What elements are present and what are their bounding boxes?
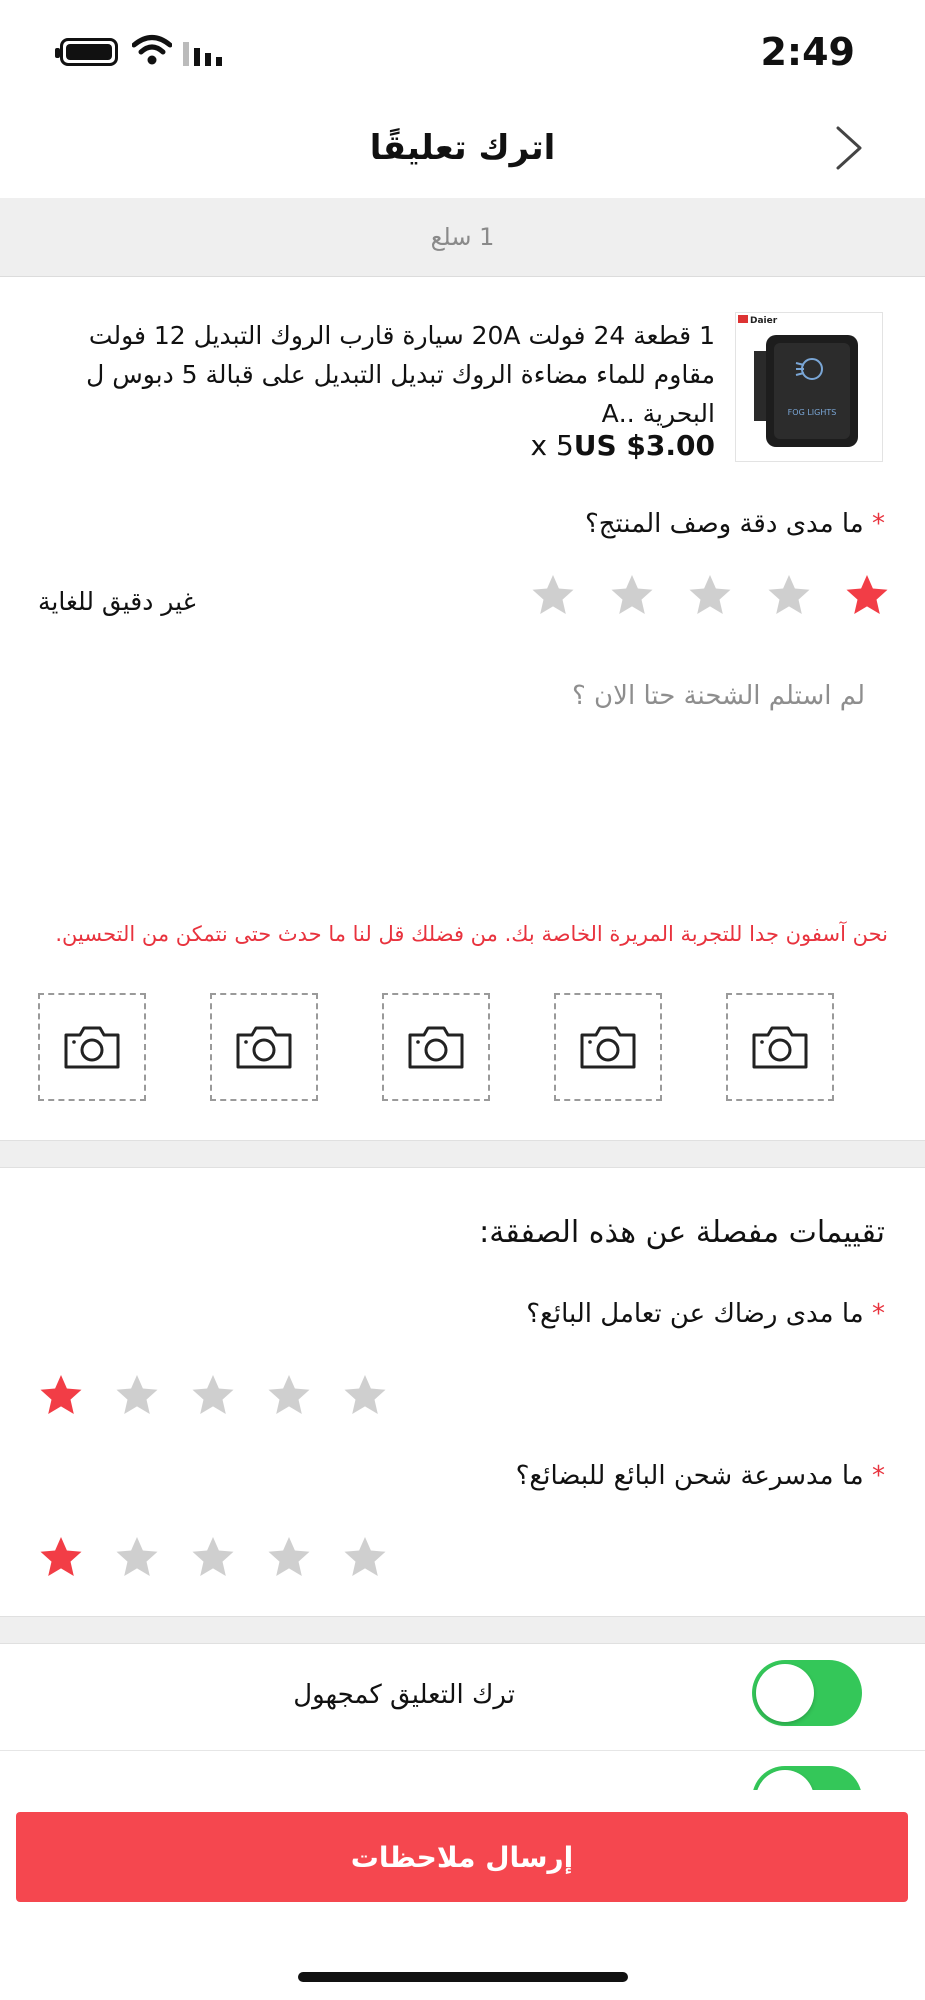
description-question-text: ما مدى دقة وصف المنتج؟ (584, 509, 864, 539)
shipment-label: 1 سلع (430, 223, 495, 251)
wifi-icon (132, 35, 172, 65)
star-icon[interactable] (342, 1372, 388, 1418)
product-title: 1 قطعة 24 فولت 20A سيارة قارب الروك التب… (86, 321, 715, 428)
status-bar: 2:49 (0, 0, 925, 100)
rating-description-text: غير دقيق للغاية (38, 587, 196, 616)
battery-icon (55, 38, 118, 66)
star-icon[interactable] (190, 1534, 236, 1580)
page-title: اترك تعليقًا (369, 128, 556, 168)
shipping-speed-question: * ما مدسرعة شحن البائع للبضائع؟ (300, 1456, 885, 1496)
camera-icon (752, 1026, 808, 1069)
rocker-switch-image: FOG LIGHTS Daier (736, 313, 882, 461)
signal-icon (183, 42, 222, 66)
back-button[interactable] (820, 118, 880, 178)
toggle-knob (756, 1664, 814, 1722)
star-icon[interactable] (114, 1534, 160, 1580)
star-icon[interactable] (687, 572, 733, 618)
anonymous-toggle[interactable] (752, 1660, 862, 1726)
product-quantity: x 5 (530, 429, 574, 462)
star-icon[interactable] (266, 1372, 312, 1418)
product-thumbnail: FOG LIGHTS Daier (735, 312, 883, 462)
toggle-knob (756, 1770, 814, 1790)
camera-icon (236, 1026, 292, 1069)
star-icon[interactable] (844, 572, 890, 618)
camera-icon (64, 1026, 120, 1069)
description-question: * ما مدى دقة وصف المنتج؟ (300, 504, 885, 544)
star-icon[interactable] (266, 1534, 312, 1580)
seller-communication-text: ما مدى رضاك عن تعامل البائع؟ (526, 1299, 864, 1329)
photo-upload-slot[interactable] (726, 993, 834, 1101)
second-toggle[interactable] (752, 1766, 862, 1790)
second-toggle-clip (752, 1766, 862, 1790)
detailed-ratings-title: تقييمات مفصلة عن هذه الصفقة: (479, 1215, 885, 1250)
required-mark: * (872, 509, 885, 539)
comment-textarea[interactable]: لم استلم الشحنة حتا الان ؟ (200, 674, 865, 718)
photo-upload-slot[interactable] (38, 993, 146, 1101)
photo-upload-slot[interactable] (554, 993, 662, 1101)
section-divider (0, 1616, 925, 1644)
camera-icon (408, 1026, 464, 1069)
photo-upload-slot[interactable] (382, 993, 490, 1101)
star-icon[interactable] (530, 572, 576, 618)
camera-icon (580, 1026, 636, 1069)
thumb-brand: Daier (750, 316, 778, 326)
star-icon[interactable] (766, 572, 812, 618)
star-icon[interactable] (38, 1534, 84, 1580)
product-price: US $3.00 (573, 429, 715, 462)
required-mark: * (872, 1461, 885, 1491)
star-icon[interactable] (38, 1372, 84, 1418)
seller-communication-question: * ما مدى رضاك عن تعامل البائع؟ (300, 1294, 885, 1334)
description-stars[interactable] (530, 572, 890, 618)
sorry-message: نحن آسفون جدا للتجربة المريرة الخاصة بك.… (55, 922, 888, 946)
star-icon[interactable] (190, 1372, 236, 1418)
photo-upload-row (38, 993, 838, 1103)
status-time: 2:49 (760, 30, 855, 74)
photo-upload-slot[interactable] (210, 993, 318, 1101)
required-mark: * (872, 1299, 885, 1329)
submit-feedback-button[interactable]: إرسال ملاحظات (16, 1812, 908, 1902)
section-divider (0, 1140, 925, 1168)
anonymous-label: ترك التعليق كمجهول (293, 1680, 515, 1710)
thumb-caption: FOG LIGHTS (788, 408, 837, 417)
row-divider (0, 1750, 925, 1751)
star-icon[interactable] (609, 572, 655, 618)
product-price-line: x 5US $3.00 (300, 426, 715, 466)
star-icon[interactable] (342, 1534, 388, 1580)
star-icon[interactable] (114, 1372, 160, 1418)
shipping-speed-text: ما مدسرعة شحن البائع للبضائع؟ (515, 1461, 864, 1491)
shipping-speed-stars[interactable] (38, 1534, 388, 1580)
home-indicator (298, 1972, 628, 1982)
seller-communication-stars[interactable] (38, 1372, 388, 1418)
